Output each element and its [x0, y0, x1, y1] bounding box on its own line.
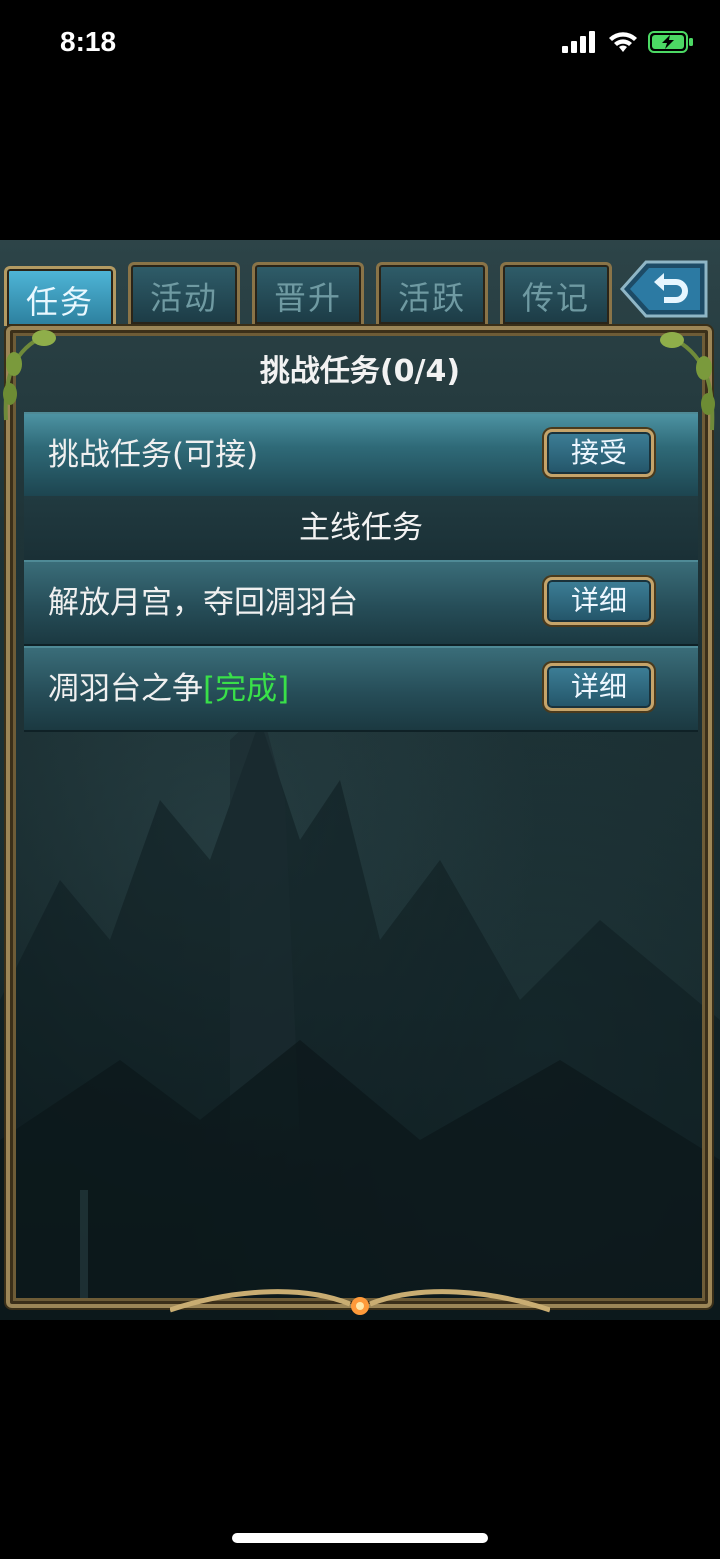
quest-detail-button[interactable]: 详细: [544, 663, 654, 711]
status-icons: [562, 30, 694, 54]
home-indicator[interactable]: [232, 1533, 488, 1543]
quest-detail-button[interactable]: 详细: [544, 577, 654, 625]
tab-promotion[interactable]: 晋升: [252, 262, 364, 324]
signal-icon: [562, 31, 595, 53]
tab-active[interactable]: 活跃: [376, 262, 488, 324]
accept-button[interactable]: 接受: [544, 429, 654, 477]
main-quest-header: 主线任务: [24, 496, 698, 562]
battery-charging-icon: [648, 31, 693, 53]
wifi-icon: [609, 32, 637, 52]
bottom-gold-ornament: [170, 1289, 550, 1315]
quest-row: 凋羽台之争[完成] 详细: [24, 646, 698, 732]
tab-task[interactable]: 任务: [4, 266, 116, 326]
panel-title: 挑战任务(0/4): [259, 354, 461, 389]
quest-row: 解放月宫，夺回凋羽台 详细: [24, 560, 698, 646]
tab-biography[interactable]: 传记: [500, 262, 612, 324]
status-time: 8:18: [60, 26, 117, 57]
quest-label: 解放月宫，夺回凋羽台: [48, 585, 358, 621]
game-window: 任务 活动 晋升 活跃 传记 挑战任务(0/4) 挑战任务(可接) 接受 主线任…: [0, 240, 720, 1320]
challenge-task-label: 挑战任务(可接): [48, 437, 259, 473]
quest-label: 凋羽台之争[完成]: [48, 671, 290, 707]
phone-screen: 8:18 任务 活动 晋升 活跃 传记 挑战任务(0/4) 挑战任务(可接) 接…: [0, 0, 720, 1559]
challenge-task-row: 挑战任务(可接) 接受: [24, 412, 698, 500]
back-arrow-icon[interactable]: [618, 256, 710, 322]
tab-activity[interactable]: 活动: [128, 262, 240, 324]
quest-complete-status: [完成]: [203, 671, 290, 707]
